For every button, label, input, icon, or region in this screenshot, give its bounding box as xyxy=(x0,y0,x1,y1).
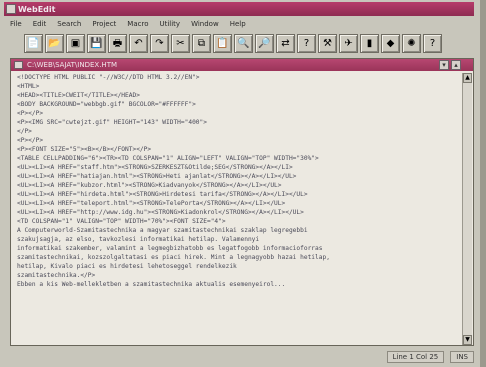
code-line: Ebben a kis Web-mellekletben a szamitast… xyxy=(17,281,286,288)
help-button[interactable]: ? xyxy=(297,34,316,53)
document-title: C:\WEB\SAJAT\INDEX.HTM xyxy=(27,61,118,69)
menu-window[interactable]: Window xyxy=(191,20,219,28)
code-line: <UL><LI><A HREF="hirdeta.html"><STRONG>H… xyxy=(17,191,308,198)
find-next-icon: 🔎 xyxy=(258,37,271,49)
menu-macro[interactable]: Macro xyxy=(127,20,148,28)
replace-icon: ⇄ xyxy=(281,37,290,49)
menu-help[interactable]: Help xyxy=(230,20,246,28)
code-line: <UL><LI><A HREF="http://www.idg.hu"><STR… xyxy=(17,209,304,216)
redo-icon: ↷ xyxy=(155,37,164,49)
code-line: <HTML> xyxy=(17,83,40,90)
tool-icon: ⚒ xyxy=(323,37,332,49)
code-line: <BODY BACKGROUND="webbgb.gif" BGCOLOR="#… xyxy=(17,101,196,108)
webedit-app: WebEdit File Edit Search Project Macro U… xyxy=(0,0,480,367)
redo-button[interactable]: ↷ xyxy=(150,34,169,53)
tag-button[interactable]: ◆ xyxy=(381,34,400,53)
code-line: <P><FONT SIZE="5"><B></B></FONT></P> xyxy=(17,146,152,153)
code-line: szakujsagja, az elso, tavkozlesi informa… xyxy=(17,236,260,243)
new-file-icon: 📄 xyxy=(27,37,40,49)
scroll-up-icon[interactable]: ▲ xyxy=(463,73,472,83)
copy-icon: ⧉ xyxy=(197,37,206,49)
code-line: informatikai szakember, valamint a legme… xyxy=(17,245,323,252)
document-menu-icon[interactable] xyxy=(14,61,23,69)
vertical-scrollbar[interactable]: ▲ ▼ xyxy=(462,73,472,345)
replace-button[interactable]: ⇄ xyxy=(276,34,295,53)
statusbar: Line 1 Col 25 INS xyxy=(10,350,474,363)
document-window: C:\WEB\SAJAT\INDEX.HTM ▾ ▴ <!DOCTYPE HTM… xyxy=(10,58,474,346)
preview-icon: ✺ xyxy=(407,37,416,49)
code-line: <P></P> xyxy=(17,110,44,117)
find-button[interactable]: 🔍 xyxy=(234,34,253,53)
context-help-icon: ? xyxy=(429,37,436,49)
ftp-icon: ✈ xyxy=(344,37,353,49)
code-line: <!DOCTYPE HTML PUBLIC "-//W3C//DTD HTML … xyxy=(17,74,200,81)
ftp-button[interactable]: ✈ xyxy=(339,34,358,53)
code-line: hetilap, Kivalo piaci es hirdetesi lehet… xyxy=(17,263,237,270)
book-button[interactable]: ▮ xyxy=(360,34,379,53)
code-line: <UL><LI><A HREF="hatiajan.html"><STRONG>… xyxy=(17,173,297,180)
paste-icon: 📋 xyxy=(216,37,229,49)
code-line: <P></P> xyxy=(17,137,44,144)
menu-edit[interactable]: Edit xyxy=(33,20,47,28)
context-help-button[interactable]: ? xyxy=(423,34,442,53)
cut-icon: ✂ xyxy=(176,37,185,49)
app-titlebar: WebEdit xyxy=(4,2,474,16)
book-icon: ▮ xyxy=(366,37,373,49)
undo-button[interactable]: ↶ xyxy=(129,34,148,53)
scroll-down-icon[interactable]: ▼ xyxy=(463,335,472,345)
code-line: <TABLE CELLPADDING="6"><TR><TD COLSPAN="… xyxy=(17,155,319,162)
code-line: <HEAD><TITLE>CWEIT</TITLE></HEAD> xyxy=(17,92,140,99)
insert-mode: INS xyxy=(450,350,474,363)
code-editor[interactable]: <!DOCTYPE HTML PUBLIC "-//W3C//DTD HTML … xyxy=(13,73,461,345)
code-line: <P><IMG SRC="cwtejzt.gif" HEIGHT="143" W… xyxy=(17,119,207,126)
code-line: <TD COLSPAN="1" VALIGN="TOP" WIDTH="70%"… xyxy=(17,218,226,225)
copy-button[interactable]: ⧉ xyxy=(192,34,211,53)
code-line: </P> xyxy=(17,128,32,135)
open-folder-icon: 📂 xyxy=(48,37,61,49)
code-line: A Computerworld-Szamitastechnika a magya… xyxy=(17,227,308,234)
save-button[interactable]: 💾 xyxy=(87,34,106,53)
code-line: <UL><LI><A HREF="kubzor.html"><STRONG>Ki… xyxy=(17,182,282,189)
toolbar: 📄 📂 ▣ 💾 🖶 ↶ ↷ ✂ ⧉ 📋 🔍 🔎 ⇄? ⚒ ✈ ▮ ◆ ✺? xyxy=(24,34,454,56)
tool-button[interactable]: ⚒ xyxy=(318,34,337,53)
menu-search[interactable]: Search xyxy=(57,20,81,28)
code-line: szamitastechnika.</P> xyxy=(17,272,96,279)
find-icon: 🔍 xyxy=(237,37,250,49)
print-button[interactable]: 🖶 xyxy=(108,34,127,53)
paste-button[interactable]: 📋 xyxy=(213,34,232,53)
help-icon: ? xyxy=(303,37,310,49)
save-icon: 💾 xyxy=(90,37,103,49)
find-next-button[interactable]: 🔎 xyxy=(255,34,274,53)
maximize-icon[interactable]: ▴ xyxy=(451,60,461,70)
print-icon: 🖶 xyxy=(112,37,123,49)
tag-icon: ◆ xyxy=(386,37,395,49)
system-menu-icon[interactable] xyxy=(6,4,16,14)
menu-project[interactable]: Project xyxy=(92,20,116,28)
cut-button[interactable]: ✂ xyxy=(171,34,190,53)
open-folder-button[interactable]: 📂 xyxy=(45,34,64,53)
code-line: <UL><LI><A HREF="teleport.html"><STRONG>… xyxy=(17,200,286,207)
app-title: WebEdit xyxy=(18,4,56,14)
new-file-button[interactable]: 📄 xyxy=(24,34,43,53)
menu-utility[interactable]: Utility xyxy=(159,20,180,28)
close-file-icon: ▣ xyxy=(70,37,81,49)
menubar: File Edit Search Project Macro Utility W… xyxy=(4,18,474,30)
preview-button[interactable]: ✺ xyxy=(402,34,421,53)
code-line: <UL><LI><A HREF="staff.htm"><STRONG>SZER… xyxy=(17,164,293,171)
document-titlebar: C:\WEB\SAJAT\INDEX.HTM ▾ ▴ xyxy=(11,59,473,71)
code-line: szamitastechnikai, kozszolgaltatasi es p… xyxy=(17,254,330,261)
minimize-icon[interactable]: ▾ xyxy=(439,60,449,70)
close-file-button[interactable]: ▣ xyxy=(66,34,85,53)
cursor-position: Line 1 Col 25 xyxy=(386,350,445,363)
undo-icon: ↶ xyxy=(134,37,143,49)
menu-file[interactable]: File xyxy=(10,20,22,28)
